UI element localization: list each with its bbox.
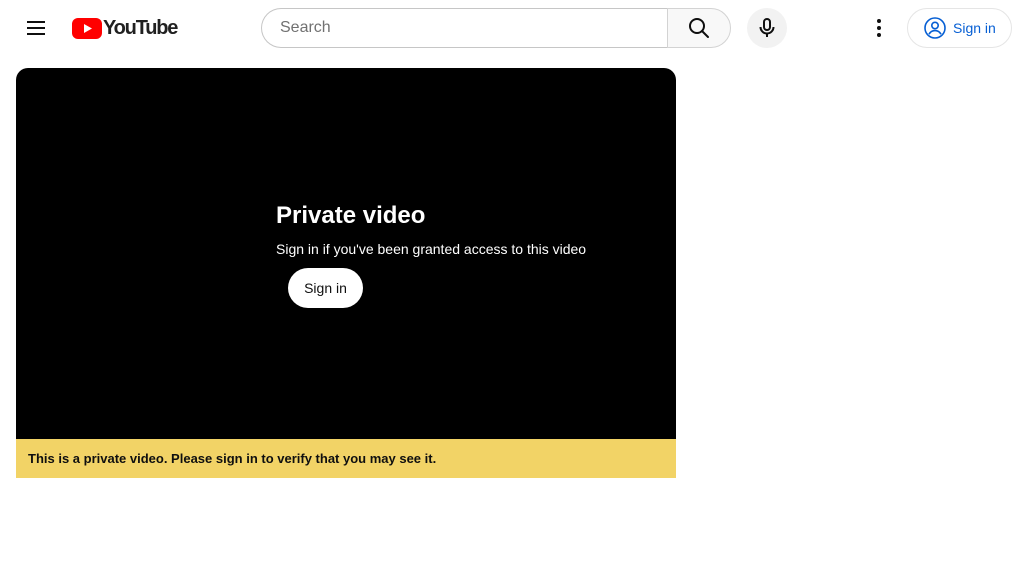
search-box[interactable] [261, 8, 668, 48]
vertical-dots-icon [877, 19, 881, 37]
youtube-logo[interactable]: YouTube [72, 17, 178, 39]
search-icon [689, 18, 709, 38]
masthead-sign-in-label: Sign in [953, 20, 996, 36]
youtube-logo-text: YouTube [103, 17, 178, 39]
youtube-play-logo-icon [72, 17, 102, 39]
masthead-sign-in-button[interactable]: Sign in [907, 8, 1012, 48]
video-player: Private video Sign in if you've been gra… [16, 68, 676, 439]
private-video-title: Private video [276, 202, 426, 229]
hamburger-menu-icon [27, 21, 45, 35]
voice-search-button[interactable] [747, 8, 787, 48]
player-sign-in-button[interactable]: Sign in [288, 268, 363, 308]
account-circle-icon [924, 17, 946, 39]
private-video-subtitle: Sign in if you've been granted access to… [276, 241, 587, 257]
guide-menu-button[interactable] [16, 8, 56, 48]
search-button[interactable] [667, 8, 731, 48]
masthead: YouTube Sign in [0, 0, 1028, 56]
search-input[interactable] [278, 18, 668, 38]
settings-more-button[interactable] [859, 8, 899, 48]
private-video-warning-banner: This is a private video. Please sign in … [16, 439, 676, 478]
microphone-icon [759, 18, 775, 37]
